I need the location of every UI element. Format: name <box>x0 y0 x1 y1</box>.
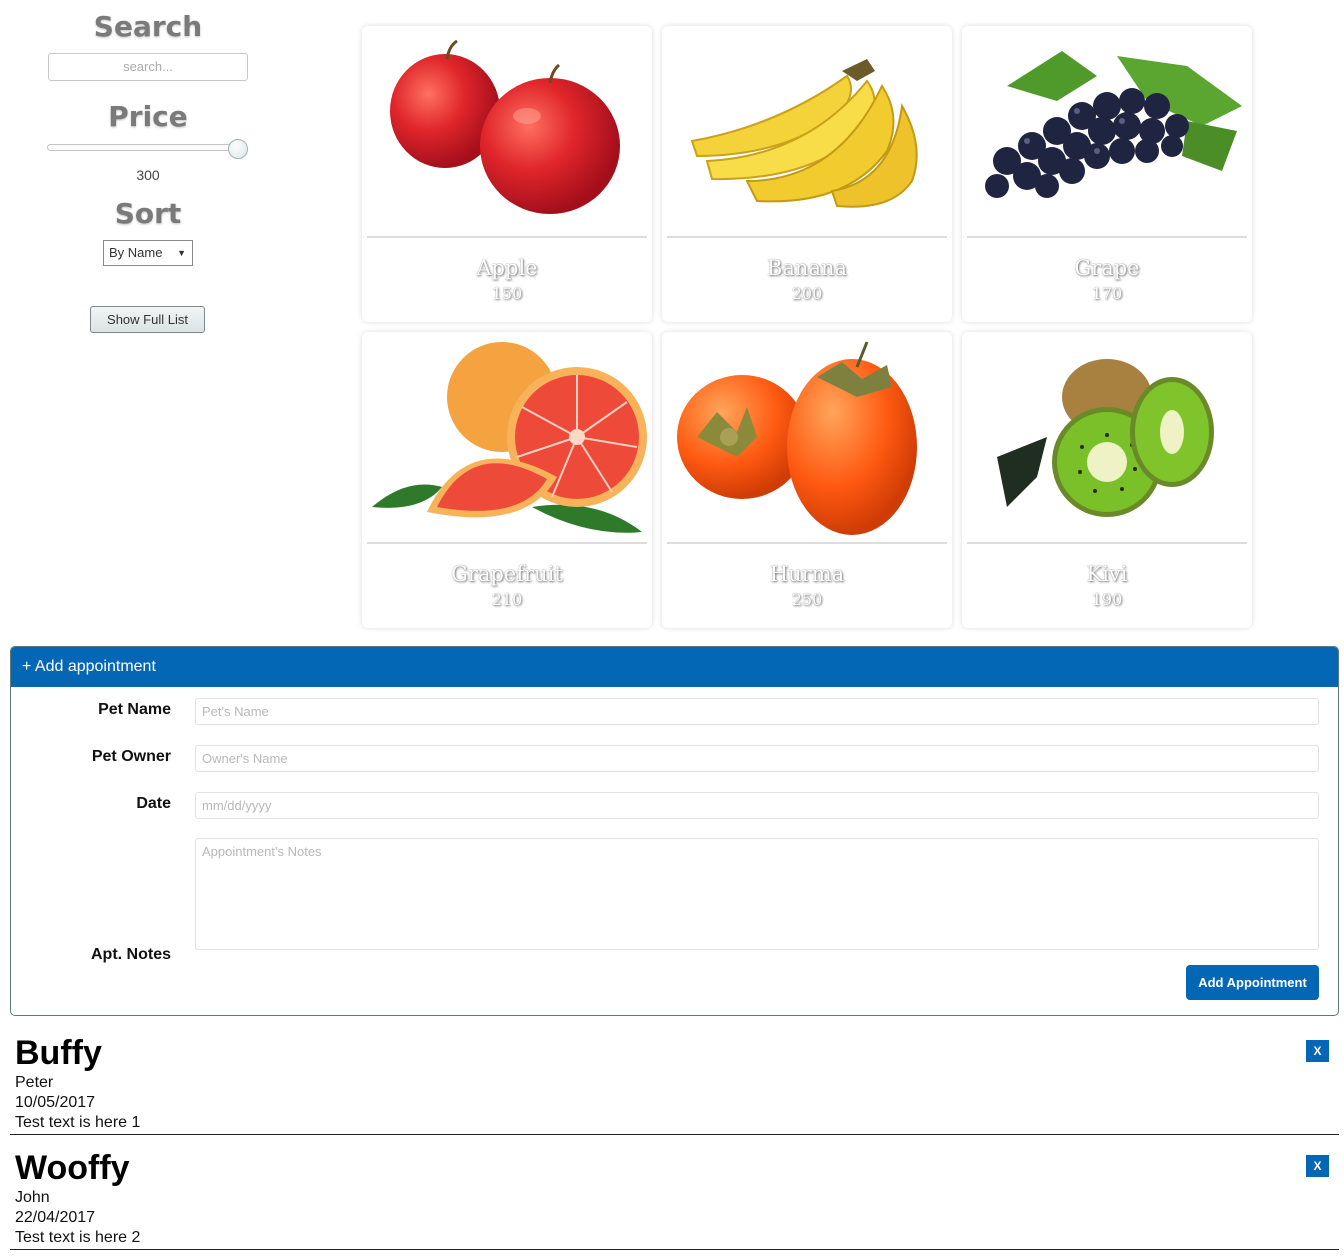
product-grid: Apple 150 Banana 200 Grape 170 Grapefrui… <box>356 20 1256 640</box>
product-name: Grapefruit <box>451 562 563 586</box>
sort-select-value: By Name <box>109 245 163 260</box>
card-divider <box>967 542 1247 544</box>
appointment-notes: Test text is here 1 <box>15 1114 141 1131</box>
product-name: Kivi <box>1086 562 1128 586</box>
kiwi-image <box>967 337 1247 542</box>
show-full-list-button[interactable]: Show Full List <box>90 306 205 333</box>
card-divider <box>667 236 947 238</box>
sort-heading: Sort <box>114 197 182 230</box>
product-card[interactable]: Grape 170 <box>962 26 1252 322</box>
product-card[interactable]: Hurma 250 <box>662 332 952 628</box>
chevron-down-icon: ▼ <box>177 248 186 258</box>
grape-image <box>967 31 1247 236</box>
grapefruit-image <box>367 337 647 542</box>
price-slider-track[interactable] <box>47 144 247 151</box>
appointment-item: Wooffy John 22/04/2017 Test text is here… <box>10 1137 1339 1250</box>
card-divider <box>667 542 947 544</box>
search-input[interactable]: search... <box>48 53 248 81</box>
product-price: 150 <box>491 284 523 303</box>
product-card[interactable]: Grapefruit 210 <box>362 332 652 628</box>
banana-image <box>667 31 947 236</box>
product-price: 200 <box>791 284 823 303</box>
apple-image <box>367 31 647 236</box>
product-price: 170 <box>1091 284 1123 303</box>
apt-notes-label: Apt. Notes <box>91 946 171 963</box>
persimmon-image <box>667 337 947 542</box>
product-price: 210 <box>491 590 523 609</box>
appointment-pet-name: Buffy <box>15 1034 102 1072</box>
card-divider <box>967 236 1247 238</box>
pet-owner-field[interactable]: Owner's Name <box>195 745 1319 772</box>
date-label: Date <box>136 795 171 812</box>
delete-appointment-button[interactable]: X <box>1306 1040 1329 1062</box>
product-card[interactable]: Kivi 190 <box>962 332 1252 628</box>
apt-notes-textarea[interactable]: Appointment's Notes <box>195 838 1319 950</box>
product-card[interactable]: Apple 150 <box>362 26 652 322</box>
date-field[interactable]: mm/dd/yyyy <box>195 792 1319 819</box>
appointment-notes: Test text is here 2 <box>15 1229 141 1246</box>
appointment-date: 22/04/2017 <box>15 1209 96 1226</box>
appointment-item: Buffy Peter 10/05/2017 Test text is here… <box>10 1022 1339 1135</box>
product-name: Hurma <box>769 562 845 586</box>
add-appointment-toggle[interactable]: + Add appointment <box>11 647 1338 687</box>
price-slider-handle[interactable] <box>228 139 248 159</box>
appointment-pet-name: Wooffy <box>15 1149 130 1187</box>
sort-select[interactable]: By Name ▼ <box>103 240 193 266</box>
appointment-owner: Peter <box>15 1074 54 1091</box>
pet-name-field[interactable]: Pet's Name <box>195 698 1319 725</box>
product-name: Grape <box>1074 256 1140 280</box>
pet-name-label: Pet Name <box>98 701 171 718</box>
add-appointment-panel: + Add appointment Pet Name Pet's Name Pe… <box>10 646 1339 1016</box>
appointment-owner: John <box>15 1189 50 1206</box>
search-heading: Search <box>93 10 203 43</box>
delete-appointment-button[interactable]: X <box>1306 1155 1329 1177</box>
product-price: 190 <box>1091 590 1123 609</box>
card-divider <box>367 236 647 238</box>
product-price: 250 <box>791 590 823 609</box>
pet-owner-label: Pet Owner <box>91 748 171 765</box>
appointment-date: 10/05/2017 <box>15 1094 96 1111</box>
price-value: 300 <box>136 167 160 183</box>
card-divider <box>367 542 647 544</box>
product-card[interactable]: Banana 200 <box>662 26 952 322</box>
price-heading: Price <box>108 100 188 133</box>
product-name: Apple <box>476 256 538 280</box>
add-appointment-button[interactable]: Add Appointment <box>1186 965 1319 1000</box>
product-name: Banana <box>766 256 848 280</box>
